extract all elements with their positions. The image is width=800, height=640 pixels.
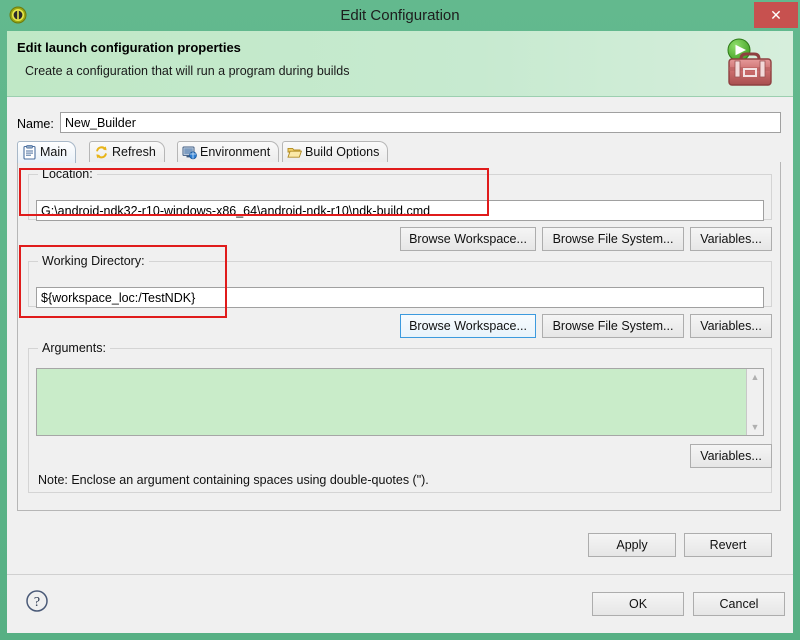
tab-main[interactable]: Main: [17, 141, 77, 163]
page-title: Edit launch configuration properties: [17, 40, 241, 55]
toolbox-run-icon: [721, 37, 779, 91]
arguments-textarea[interactable]: ▲ ▼: [36, 368, 764, 436]
working-directory-browse-file-system-button[interactable]: Browse File System...: [542, 314, 684, 338]
tab-environment[interactable]: Environment: [177, 141, 280, 163]
cancel-button[interactable]: Cancel: [693, 592, 785, 616]
tab-build-options[interactable]: Build Options: [282, 141, 389, 163]
apply-button[interactable]: Apply: [588, 533, 676, 557]
arguments-scrollbar[interactable]: ▲ ▼: [746, 369, 763, 435]
location-browse-workspace-button[interactable]: Browse Workspace...: [400, 227, 536, 251]
arguments-variables-button[interactable]: Variables...: [690, 444, 772, 468]
arguments-label: Arguments:: [38, 341, 110, 355]
window-title: Edit Configuration: [340, 7, 460, 24]
header-banner: Edit launch configuration properties Cre…: [7, 31, 793, 97]
tab-panel-main: Location: Browse Workspace... Browse Fil…: [17, 162, 781, 511]
working-directory-label: Working Directory:: [38, 254, 149, 268]
tab-build-options-label: Build Options: [305, 145, 380, 159]
location-browse-file-system-button[interactable]: Browse File System...: [542, 227, 684, 251]
refresh-arrows-icon: [94, 145, 109, 160]
revert-button[interactable]: Revert: [684, 533, 772, 557]
help-question-icon[interactable]: ?: [25, 589, 49, 613]
tab-refresh[interactable]: Refresh: [89, 141, 165, 163]
tab-environment-label: Environment: [200, 145, 271, 159]
working-directory-variables-button[interactable]: Variables...: [690, 314, 772, 338]
tab-main-label: Main: [40, 145, 68, 159]
dialog-window: Edit Configuration ✕ Edit launch configu…: [0, 0, 800, 640]
working-directory-browse-workspace-button[interactable]: Browse Workspace...: [400, 314, 536, 338]
environment-monitor-icon: [182, 145, 197, 160]
ok-button[interactable]: OK: [592, 592, 684, 616]
working-directory-input[interactable]: [36, 287, 764, 308]
scroll-up-icon[interactable]: ▲: [747, 369, 763, 385]
name-label: Name:: [17, 117, 54, 131]
location-variables-button[interactable]: Variables...: [690, 227, 772, 251]
svg-text:?: ?: [34, 595, 40, 610]
location-label: Location:: [38, 167, 97, 181]
title-bar: Edit Configuration ✕: [0, 0, 800, 31]
name-input[interactable]: [60, 112, 781, 133]
tab-strip: Main Refresh Environment Build Options: [17, 141, 781, 163]
tab-refresh-label: Refresh: [112, 145, 156, 159]
open-folder-icon: [287, 145, 303, 160]
dialog-footer: ? OK Cancel: [7, 574, 793, 633]
scroll-down-icon[interactable]: ▼: [747, 419, 763, 435]
clipboard-icon: [22, 145, 37, 160]
location-input[interactable]: [36, 200, 764, 221]
arguments-note: Note: Enclose an argument containing spa…: [38, 473, 429, 487]
page-description: Create a configuration that will run a p…: [25, 64, 350, 78]
close-icon[interactable]: ✕: [754, 2, 798, 28]
